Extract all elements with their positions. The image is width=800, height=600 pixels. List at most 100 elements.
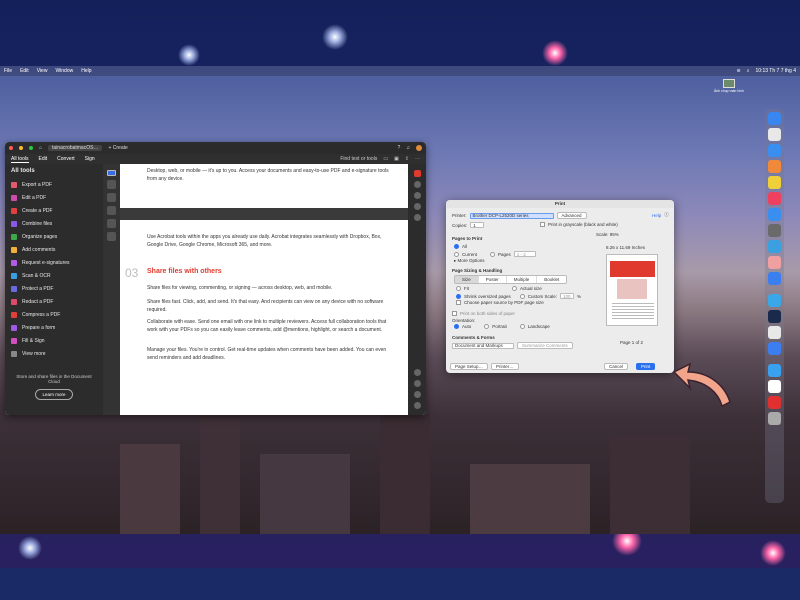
more-icon[interactable]: ⋯: [415, 156, 420, 162]
tool-item[interactable]: Compress a PDF: [11, 308, 97, 321]
comment-icon[interactable]: [413, 181, 421, 188]
print-icon[interactable]: ▣: [394, 156, 399, 162]
maximize-icon[interactable]: [29, 146, 33, 150]
tool-item[interactable]: Export a PDF: [11, 178, 97, 191]
comment-tool-icon[interactable]: [107, 180, 116, 189]
tool-item[interactable]: Fill & Sign: [11, 334, 97, 347]
radio-current[interactable]: [454, 251, 459, 257]
menu-edit[interactable]: Edit: [20, 68, 29, 74]
dock-app-icon[interactable]: [768, 144, 781, 157]
help-link[interactable]: Help: [652, 213, 661, 218]
text-tool-icon[interactable]: [107, 219, 116, 228]
printer-button[interactable]: Printer…: [491, 363, 519, 370]
dock-app-icon[interactable]: [768, 326, 781, 339]
printer-select[interactable]: Brother DCP-L2520D series: [469, 212, 554, 219]
dock-app-icon[interactable]: [768, 396, 781, 409]
more-options-link[interactable]: ▸ More Options: [454, 258, 485, 264]
refresh-icon[interactable]: [413, 369, 421, 376]
tool-item[interactable]: View more: [11, 347, 97, 360]
tool-item[interactable]: Redact a PDF: [11, 295, 97, 308]
radio-pages[interactable]: [490, 251, 496, 257]
find-text[interactable]: Find text or tools: [340, 156, 377, 162]
create-button[interactable]: + Create: [108, 145, 127, 151]
tool-item[interactable]: Add comments: [11, 243, 97, 256]
tool-item[interactable]: Protect a PDF: [11, 282, 97, 295]
shape-tool-icon[interactable]: [107, 206, 116, 215]
menu-clock[interactable]: 10:13 Th 7 7 thg 4: [756, 68, 797, 74]
info-icon[interactable]: ⓘ: [664, 212, 669, 218]
dock-app-icon[interactable]: [768, 364, 781, 377]
tab-all-tools[interactable]: All tools: [11, 156, 29, 163]
radio-landscape[interactable]: [519, 324, 525, 329]
tab-size[interactable]: Size: [455, 276, 479, 283]
search-icon[interactable]: ⌕: [747, 68, 750, 74]
dock-app-icon[interactable]: [768, 240, 781, 253]
dock-app-icon[interactable]: [768, 160, 781, 173]
pen-tool-icon[interactable]: [107, 193, 116, 202]
desktop-widget[interactable]: Ảnh chụp màn hình: [712, 79, 746, 93]
tool-item[interactable]: Request e-signatures: [11, 256, 97, 269]
dock-app-icon[interactable]: [768, 128, 781, 141]
tab-sign[interactable]: Sign: [85, 156, 95, 162]
radio-all[interactable]: [454, 244, 459, 249]
share-icon[interactable]: ⇪: [405, 156, 409, 162]
dock-app-icon[interactable]: [768, 208, 781, 221]
dock-app-icon[interactable]: [768, 412, 781, 425]
select-tool-icon[interactable]: [107, 170, 116, 176]
bookmark-icon[interactable]: [413, 192, 421, 199]
copies-input[interactable]: 1: [470, 222, 485, 228]
dock-app-icon[interactable]: [768, 310, 781, 323]
dock-app-icon[interactable]: [768, 112, 781, 125]
help-icon[interactable]: ?: [397, 145, 400, 151]
radio-actual[interactable]: [512, 286, 517, 291]
tab-booklet[interactable]: Booklet: [537, 276, 567, 283]
summarize-button[interactable]: Summarize Comments: [517, 342, 573, 349]
print-button[interactable]: Print: [636, 363, 656, 370]
dock-app-icon[interactable]: [768, 176, 781, 189]
menu-window[interactable]: Window: [55, 68, 73, 74]
pages-range-input[interactable]: 1 - 2: [513, 251, 536, 257]
layers-icon[interactable]: [413, 203, 421, 210]
page-setup-button[interactable]: Page Setup…: [450, 363, 489, 370]
tool-item[interactable]: Prepare a form: [11, 321, 97, 334]
radio-auto[interactable]: [454, 324, 459, 329]
doc-tab[interactable]: tainacrobatmacOS…: [48, 145, 103, 151]
tool-item[interactable]: Edit a PDF: [11, 191, 97, 204]
avatar[interactable]: [416, 145, 422, 151]
tab-poster[interactable]: Poster: [478, 276, 507, 283]
comment-icon[interactable]: ▭: [383, 156, 388, 162]
learn-more-button[interactable]: Learn more: [35, 389, 73, 400]
dock-app-icon[interactable]: [768, 272, 781, 285]
dock-app-icon[interactable]: [768, 192, 781, 205]
dock-app-icon[interactable]: [768, 256, 781, 269]
radio-fit[interactable]: [456, 286, 461, 291]
custom-scale-input[interactable]: 100: [560, 293, 575, 299]
zoom-out-icon[interactable]: [413, 402, 421, 409]
tab-convert[interactable]: Convert: [57, 156, 75, 162]
tab-edit[interactable]: Edit: [39, 156, 48, 162]
tool-item[interactable]: Organize pages: [11, 230, 97, 243]
pdf-icon[interactable]: [413, 170, 421, 177]
menu-help[interactable]: Help: [81, 68, 91, 74]
wifi-icon[interactable]: ≋: [736, 68, 740, 74]
radio-shrink[interactable]: [456, 293, 461, 299]
grayscale-checkbox[interactable]: [540, 222, 545, 227]
comments-select[interactable]: Document and Markups: [452, 342, 514, 349]
cancel-button[interactable]: Cancel: [604, 363, 629, 370]
dock-app-icon[interactable]: [768, 224, 781, 237]
attachment-icon[interactable]: [413, 214, 421, 221]
menu-file[interactable]: File: [4, 68, 12, 74]
both-sides-checkbox[interactable]: [452, 311, 457, 316]
bell-icon[interactable]: ♫: [406, 145, 410, 151]
minimize-icon[interactable]: [19, 146, 23, 150]
home-icon[interactable]: ⌂: [39, 145, 42, 151]
radio-portrait[interactable]: [484, 324, 490, 329]
close-icon[interactable]: [9, 146, 13, 150]
stamp-tool-icon[interactable]: [107, 232, 116, 241]
document-view[interactable]: Desktop, web, or mobile — it's up to you…: [120, 164, 408, 415]
dock-app-icon[interactable]: [768, 342, 781, 355]
tool-item[interactable]: Combine files: [11, 217, 97, 230]
paper-source-checkbox[interactable]: [456, 300, 461, 305]
tool-item[interactable]: Scan & OCR: [11, 269, 97, 282]
dock-app-icon[interactable]: [768, 294, 781, 307]
